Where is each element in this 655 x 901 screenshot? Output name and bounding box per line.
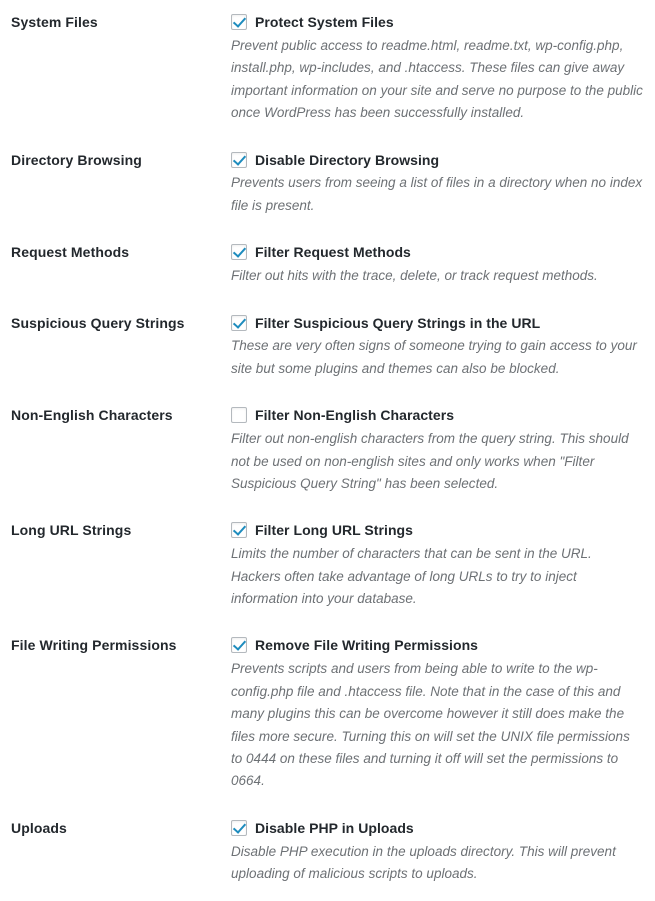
setting-label: System Files	[11, 14, 98, 30]
setting-checkbox-row[interactable]: Remove File Writing Permissions	[231, 636, 643, 655]
setting-description: These are very often signs of someone tr…	[231, 338, 637, 376]
checkbox-checked-icon[interactable]	[231, 522, 247, 539]
setting-checkbox-row[interactable]: Filter Request Methods	[231, 243, 643, 262]
setting-label-cell: Uploads	[0, 806, 231, 850]
setting-row: File Writing Permissions Remove File Writ…	[0, 623, 655, 805]
setting-field-cell: Remove File Writing Permissions Prevents …	[231, 623, 655, 805]
setting-label: Uploads	[11, 819, 67, 836]
setting-checkbox-label[interactable]: Protect System Files	[255, 13, 394, 32]
setting-description: Prevent public access to readme.html, re…	[231, 37, 643, 121]
setting-row: Request Methods Filter Request Methods Fil…	[0, 230, 655, 300]
setting-label: Request Methods	[11, 244, 130, 261]
setting-checkbox-row[interactable]: Filter Non-English Characters	[231, 406, 643, 425]
security-settings-form: System Files Protect System Files Prevent …	[0, 0, 655, 898]
checkbox-checked-icon[interactable]	[231, 14, 247, 30]
setting-row: Non-English Characters Filter Non-English…	[0, 393, 655, 508]
setting-checkbox-label[interactable]: Filter Non-English Characters	[255, 406, 454, 425]
setting-checkbox-label[interactable]: Filter Suspicious Query Strings in the U…	[255, 314, 540, 333]
setting-label: Suspicious Query Strings	[11, 314, 185, 331]
setting-description: Limits the number of characters that can…	[231, 546, 592, 607]
setting-checkbox-row[interactable]: Filter Suspicious Query Strings in the U…	[231, 314, 643, 333]
setting-label-cell: File Writing Permissions	[0, 623, 231, 667]
setting-checkbox-row[interactable]: Protect System Files	[231, 13, 643, 32]
setting-description: Filter out hits with the trace, delete, …	[231, 268, 598, 284]
setting-label-cell: Suspicious Query Strings	[0, 301, 231, 345]
setting-label: File Writing Permissions	[11, 637, 177, 654]
setting-checkbox-row[interactable]: Disable Directory Browsing	[231, 151, 643, 170]
setting-checkbox-row[interactable]: Filter Long URL Strings	[231, 521, 643, 540]
checkbox-checked-icon[interactable]	[231, 819, 247, 836]
setting-description: Prevents scripts and users from being ab…	[231, 661, 630, 789]
setting-label-cell: System Files	[0, 0, 231, 44]
setting-label: Long URL Strings	[11, 522, 132, 539]
setting-checkbox-label[interactable]: Remove File Writing Permissions	[255, 636, 478, 655]
checkbox-checked-icon[interactable]	[231, 244, 247, 261]
setting-field-cell: Disable PHP in Uploads Disable PHP execut…	[231, 806, 655, 899]
setting-row: Directory Browsing Disable Directory Brow…	[0, 138, 655, 231]
setting-field-cell: Filter Suspicious Query Strings in the U…	[231, 301, 655, 394]
setting-description: Prevents users from seeing a list of fil…	[231, 175, 643, 213]
setting-label: Directory Browsing	[11, 151, 142, 168]
setting-checkbox-label[interactable]: Disable PHP in Uploads	[255, 819, 414, 838]
setting-row: Long URL Strings Filter Long URL Strings L…	[0, 508, 655, 623]
setting-label-cell: Long URL Strings	[0, 508, 231, 552]
setting-label-cell: Request Methods	[0, 230, 231, 274]
setting-checkbox-row[interactable]: Disable PHP in Uploads	[231, 819, 643, 838]
setting-checkbox-label[interactable]: Filter Request Methods	[255, 243, 411, 262]
checkbox-checked-icon[interactable]	[231, 637, 247, 654]
setting-label-cell: Non-English Characters	[0, 393, 231, 437]
setting-row: System Files Protect System Files Prevent …	[0, 0, 655, 138]
setting-field-cell: Filter Non-English Characters Filter out …	[231, 393, 655, 508]
setting-field-cell: Filter Long URL Strings Limits the number…	[231, 508, 655, 623]
setting-label-cell: Directory Browsing	[0, 138, 231, 182]
setting-label: Non-English Characters	[11, 407, 173, 424]
setting-row: Uploads Disable PHP in Uploads Disable PHP…	[0, 806, 655, 899]
checkbox-checked-icon[interactable]	[231, 314, 247, 331]
setting-field-cell: Disable Directory Browsing Prevents users…	[231, 138, 655, 231]
checkbox-checked-icon[interactable]	[231, 151, 247, 168]
setting-description: Disable PHP execution in the uploads dir…	[231, 843, 616, 882]
setting-checkbox-label[interactable]: Filter Long URL Strings	[255, 521, 413, 540]
setting-description: Filter out non-english characters from t…	[231, 431, 629, 491]
setting-field-cell: Filter Request Methods Filter out hits wi…	[231, 230, 655, 300]
setting-checkbox-label[interactable]: Disable Directory Browsing	[255, 151, 439, 170]
setting-field-cell: Protect System Files Prevent public acces…	[231, 0, 655, 138]
checkbox-unchecked-icon[interactable]	[231, 407, 247, 424]
setting-row: Suspicious Query Strings Filter Suspiciou…	[0, 301, 655, 394]
